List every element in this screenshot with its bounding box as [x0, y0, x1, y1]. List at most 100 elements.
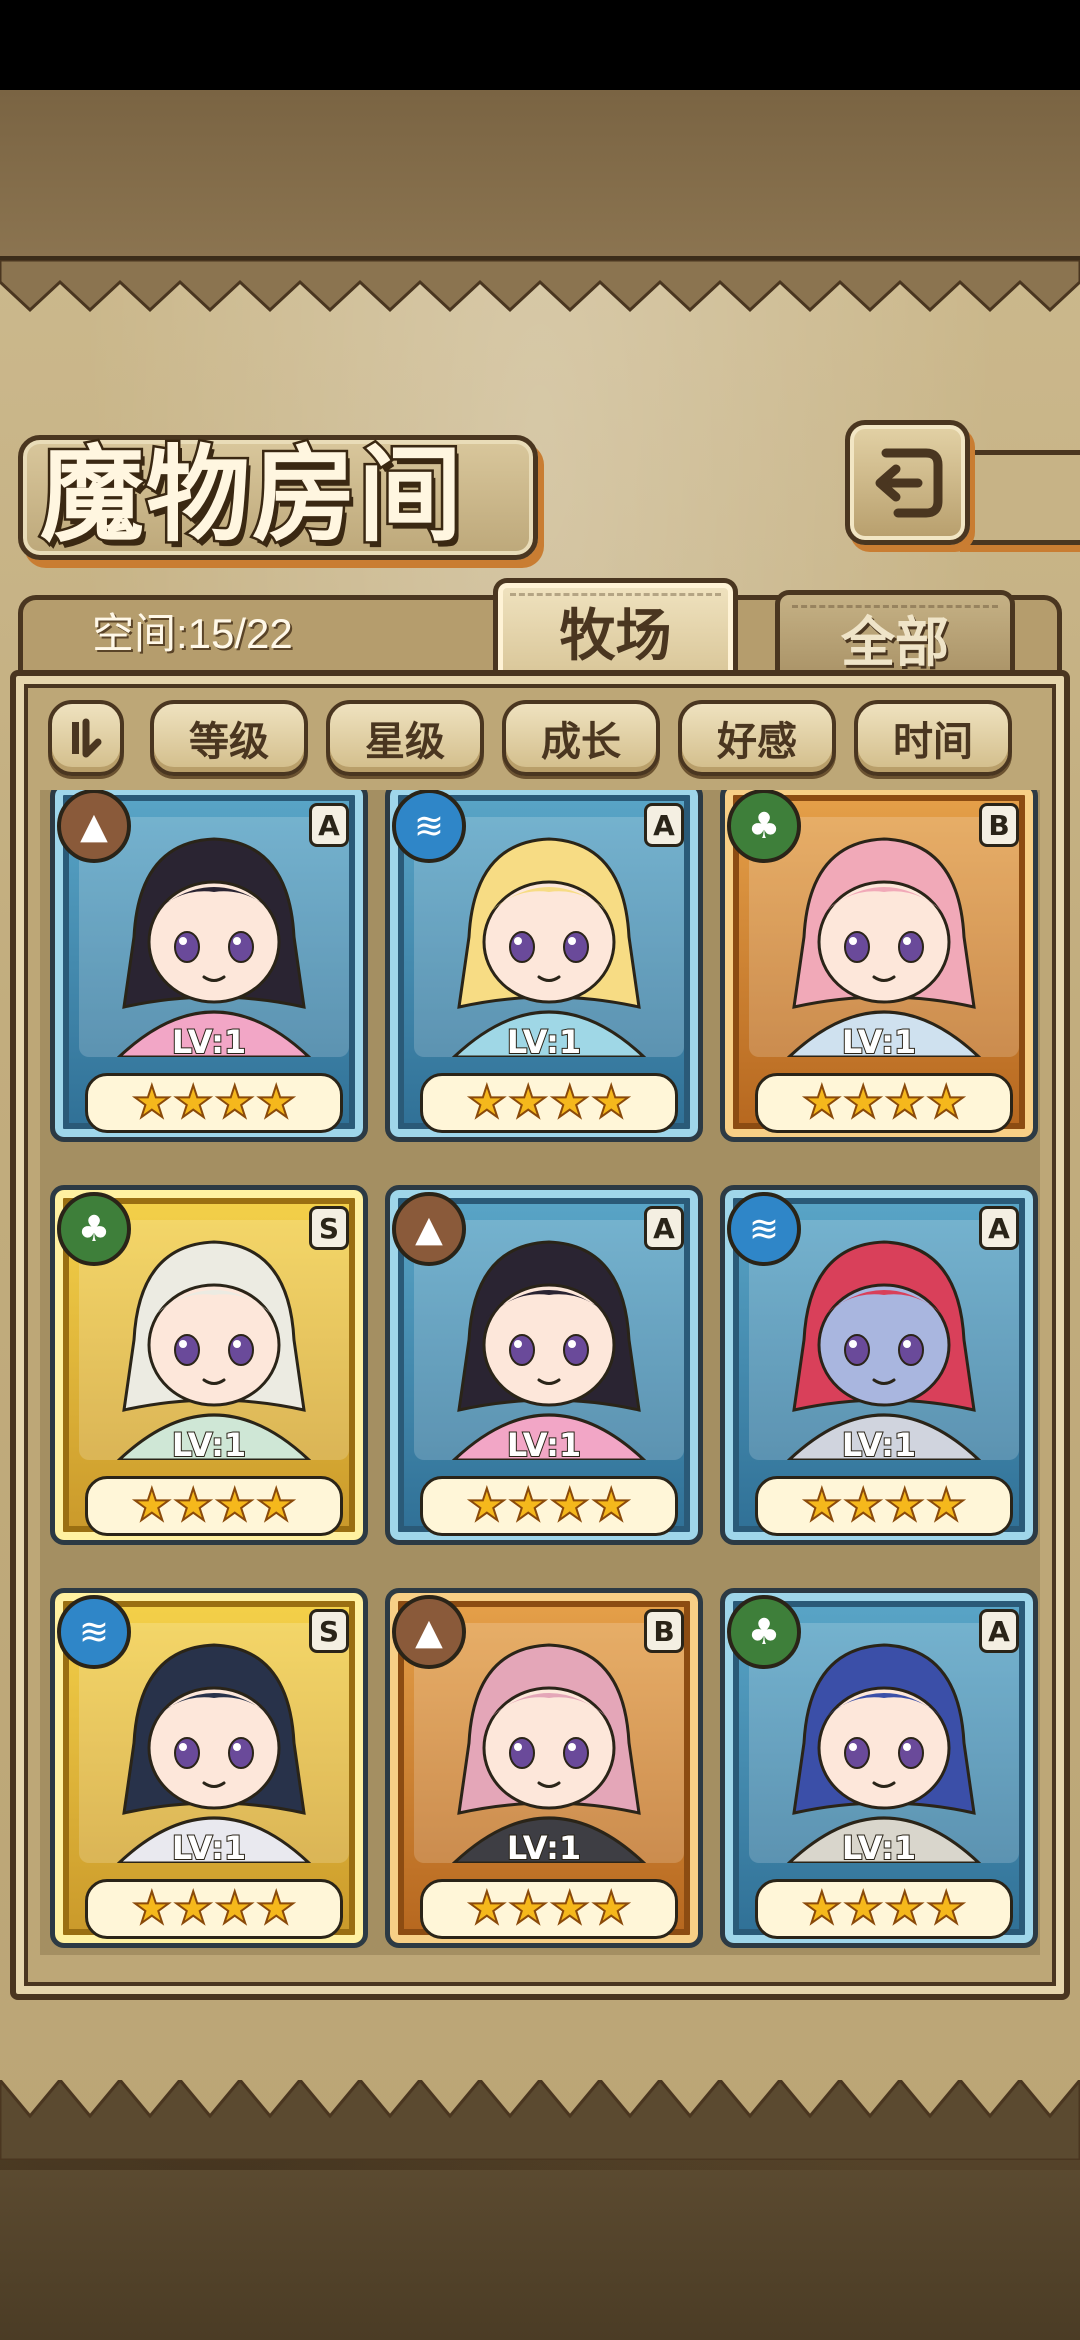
- star-icon: ★: [214, 1883, 255, 1934]
- monster-portrait: [414, 817, 684, 1057]
- star-icon: ★: [590, 1077, 631, 1128]
- star-rating: ★ ★ ★ ★: [85, 1476, 343, 1536]
- sort-order-icon: [72, 718, 102, 758]
- sort-order-toggle[interactable]: [48, 700, 124, 776]
- torn-edge-top: [0, 260, 1080, 313]
- monster-grid: ▲ A LV:1 ★ ★ ★ ★ ≋ A LV:1 ★ ★ ★ ★ ♣ B LV:1 ★ ★ ★ ★ ♣ S LV:1 ★ ★ ★ ★…: [40, 790, 1040, 1955]
- level-label: LV:1: [171, 1828, 247, 1868]
- sort-stars-button[interactable]: 星级: [326, 700, 484, 776]
- lower-map-band: [0, 2170, 1080, 2340]
- torn-edge-bottom: [0, 2080, 1080, 2160]
- rank-badge: A: [644, 803, 684, 847]
- earth-icon: ▲: [57, 790, 131, 863]
- earth-icon: ▲: [392, 1192, 466, 1266]
- star-icon: ★: [884, 1883, 925, 1934]
- star-icon: ★: [255, 1480, 296, 1531]
- star-rating: ★ ★ ★ ★: [85, 1073, 343, 1133]
- sort-time-button[interactable]: 时间: [854, 700, 1012, 776]
- star-rating: ★ ★ ★ ★: [755, 1476, 1013, 1536]
- star-icon: ★: [131, 1883, 172, 1934]
- level-label: LV:1: [171, 1022, 247, 1062]
- rank-badge: A: [644, 1206, 684, 1250]
- star-icon: ★: [214, 1077, 255, 1128]
- level-label: LV:1: [841, 1425, 917, 1465]
- star-icon: ★: [508, 1480, 549, 1531]
- monster-card[interactable]: ♣ B LV:1 ★ ★ ★ ★: [720, 790, 1038, 1142]
- star-icon: ★: [590, 1480, 631, 1531]
- star-icon: ★: [173, 1883, 214, 1934]
- tab-pasture[interactable]: 牧场: [493, 578, 738, 680]
- star-icon: ★: [925, 1883, 966, 1934]
- status-bar: [0, 0, 1080, 90]
- star-icon: ★: [214, 1480, 255, 1531]
- rank-badge: S: [309, 1609, 349, 1653]
- monster-card[interactable]: ▲ A LV:1 ★ ★ ★ ★: [50, 790, 368, 1142]
- star-rating: ★ ★ ★ ★: [420, 1073, 678, 1133]
- back-button-strip: [960, 450, 1080, 545]
- monster-card[interactable]: ▲ B LV:1 ★ ★ ★ ★: [385, 1588, 703, 1948]
- monster-card[interactable]: ≋ A LV:1 ★ ★ ★ ★: [385, 790, 703, 1142]
- star-icon: ★: [801, 1077, 842, 1128]
- monster-card[interactable]: ▲ A LV:1 ★ ★ ★ ★: [385, 1185, 703, 1545]
- star-rating: ★ ★ ★ ★: [755, 1879, 1013, 1939]
- monster-portrait: [749, 1220, 1019, 1460]
- star-icon: ★: [255, 1077, 296, 1128]
- rank-badge: B: [644, 1609, 684, 1653]
- upper-map-band: [0, 90, 1080, 260]
- page-title: 魔物房间: [38, 431, 465, 559]
- level-label: LV:1: [506, 1022, 582, 1062]
- sort-bar: 等级 星级 成长 好感 时间: [48, 700, 1028, 780]
- level-label: LV:1: [841, 1828, 917, 1868]
- earth-icon: ▲: [392, 1595, 466, 1669]
- star-icon: ★: [843, 1480, 884, 1531]
- water-icon: ≋: [727, 1192, 801, 1266]
- space-counter: 空间:15/22: [92, 610, 293, 657]
- monster-portrait: [79, 1220, 349, 1460]
- sort-affection-button[interactable]: 好感: [678, 700, 836, 776]
- star-icon: ★: [925, 1077, 966, 1128]
- level-label: LV:1: [841, 1022, 917, 1062]
- monster-card[interactable]: ♣ A LV:1 ★ ★ ★ ★: [720, 1588, 1038, 1948]
- monster-portrait: [749, 1623, 1019, 1863]
- monster-portrait: [79, 817, 349, 1057]
- back-button[interactable]: [845, 420, 970, 545]
- sort-growth-button[interactable]: 成长: [502, 700, 660, 776]
- star-icon: ★: [466, 1883, 507, 1934]
- star-icon: ★: [466, 1077, 507, 1128]
- monster-portrait: [414, 1220, 684, 1460]
- monster-card[interactable]: ≋ S LV:1 ★ ★ ★ ★: [50, 1588, 368, 1948]
- star-icon: ★: [801, 1883, 842, 1934]
- monster-portrait: [79, 1623, 349, 1863]
- leaf-icon: ♣: [727, 1595, 801, 1669]
- water-icon: ≋: [57, 1595, 131, 1669]
- star-icon: ★: [843, 1077, 884, 1128]
- star-rating: ★ ★ ★ ★: [755, 1073, 1013, 1133]
- monster-card[interactable]: ≋ A LV:1 ★ ★ ★ ★: [720, 1185, 1038, 1545]
- star-rating: ★ ★ ★ ★: [420, 1879, 678, 1939]
- star-icon: ★: [884, 1077, 925, 1128]
- sort-level-button[interactable]: 等级: [150, 700, 308, 776]
- rank-badge: A: [309, 803, 349, 847]
- star-icon: ★: [549, 1077, 590, 1128]
- star-icon: ★: [590, 1883, 631, 1934]
- star-icon: ★: [466, 1480, 507, 1531]
- star-icon: ★: [131, 1480, 172, 1531]
- tab-all[interactable]: 全部: [775, 590, 1015, 680]
- star-icon: ★: [173, 1480, 214, 1531]
- monster-card[interactable]: ♣ S LV:1 ★ ★ ★ ★: [50, 1185, 368, 1545]
- level-label: LV:1: [171, 1425, 247, 1465]
- star-rating: ★ ★ ★ ★: [420, 1476, 678, 1536]
- star-icon: ★: [801, 1480, 842, 1531]
- star-icon: ★: [508, 1077, 549, 1128]
- star-icon: ★: [884, 1480, 925, 1531]
- level-label: LV:1: [506, 1828, 582, 1868]
- back-arrow-icon: [875, 448, 942, 517]
- rank-badge: S: [309, 1206, 349, 1250]
- rank-badge: A: [979, 1609, 1019, 1653]
- star-icon: ★: [508, 1883, 549, 1934]
- leaf-icon: ♣: [727, 790, 801, 863]
- monster-portrait: [414, 1623, 684, 1863]
- star-icon: ★: [131, 1077, 172, 1128]
- star-icon: ★: [925, 1480, 966, 1531]
- star-icon: ★: [255, 1883, 296, 1934]
